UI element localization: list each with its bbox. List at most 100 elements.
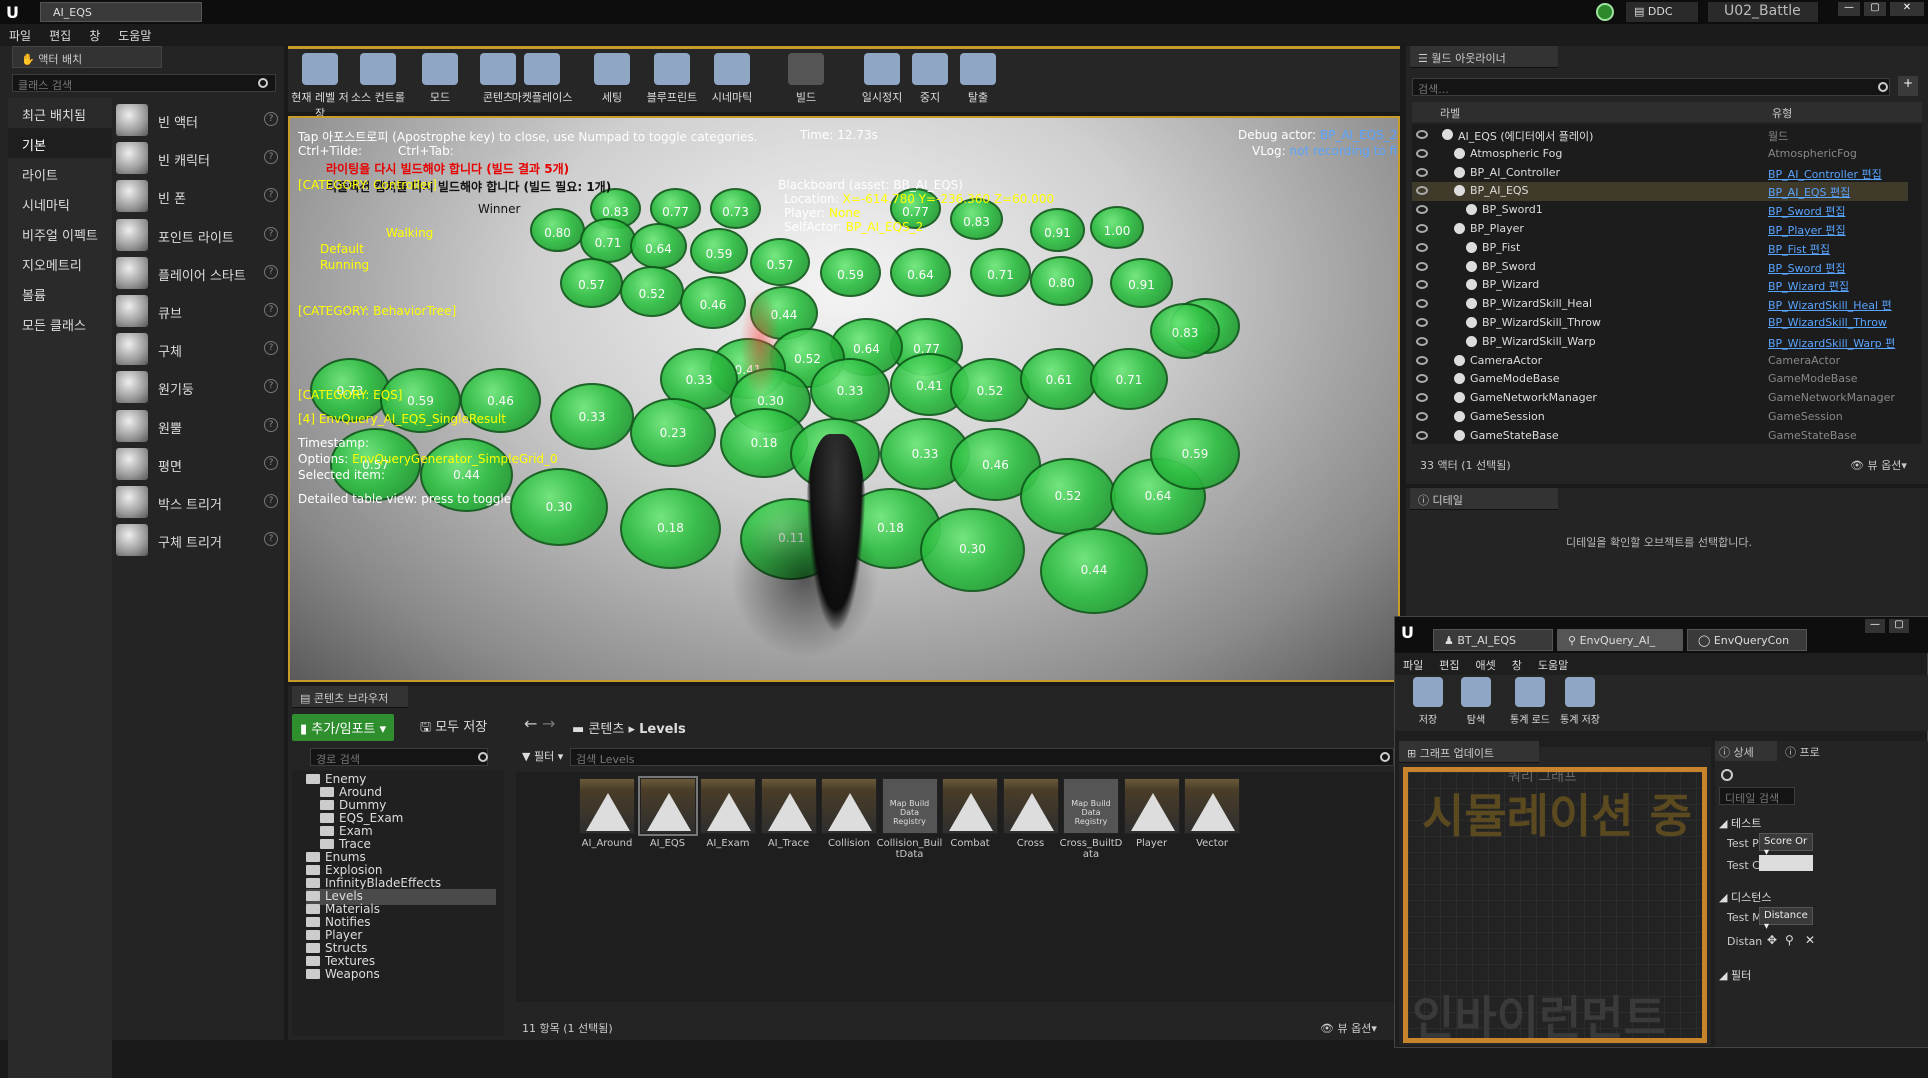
- asset-tile[interactable]: AI_EQS: [635, 776, 701, 849]
- folder-item[interactable]: Weapons: [306, 967, 496, 983]
- level-tab[interactable]: AI_EQS: [40, 2, 202, 22]
- help-icon[interactable]: ?: [264, 379, 278, 394]
- col-label[interactable]: 라벨: [1440, 105, 1460, 121]
- actor-item[interactable]: 빈 폰?: [112, 178, 284, 214]
- outliner-type[interactable]: BP_Player 편집: [1768, 222, 1904, 238]
- outliner-row[interactable]: BP_Sword1 BP_Sword 편집: [1412, 201, 1908, 220]
- outliner-type[interactable]: BP_AI_Controller 편집: [1768, 166, 1904, 182]
- visibility-eye-icon[interactable]: [1416, 355, 1428, 365]
- toolbar-button-build[interactable]: 빌드: [774, 53, 838, 111]
- eqs-detail-search[interactable]: 디테일 검색: [1719, 787, 1795, 805]
- details-tab[interactable]: ⓘ 디테일: [1410, 488, 1558, 510]
- asset-tile[interactable]: Vector: [1179, 778, 1245, 849]
- toolbar-button-marketplace[interactable]: 마켓플레이스: [510, 53, 574, 111]
- help-icon[interactable]: ?: [264, 112, 278, 126]
- section-test[interactable]: ◢ 테스트: [1719, 815, 1761, 831]
- back-arrow-icon[interactable]: ←: [524, 714, 537, 733]
- visibility-eye-icon[interactable]: [1416, 412, 1428, 421]
- section-distance[interactable]: ◢ 디스턴스: [1719, 889, 1771, 905]
- outliner-type[interactable]: BP_Sword 편집: [1768, 260, 1904, 276]
- visibility-eye-icon[interactable]: [1416, 318, 1428, 327]
- visibility-eye-icon[interactable]: [1416, 167, 1428, 177]
- tab-bt-ai-eqs[interactable]: ♟ BT_AI_EQS: [1433, 629, 1553, 651]
- outliner-view-options[interactable]: 👁 뷰 옵션▾: [1850, 457, 1907, 473]
- radio-icon[interactable]: [1721, 769, 1733, 781]
- eqs-toolbar-button[interactable]: 통계 저장: [1555, 677, 1605, 729]
- query-graph[interactable]: 쿼리 그래프 시뮬레이션 중 인바이런먼트: [1403, 767, 1707, 1043]
- ddc-button[interactable]: ▤ DDC: [1626, 2, 1698, 22]
- outliner-type[interactable]: BP_WizardSkill_Heal 편: [1768, 297, 1904, 313]
- visibility-eye-icon[interactable]: [1416, 148, 1428, 158]
- filter-button[interactable]: ▼ 필터 ▾: [522, 748, 563, 764]
- save-all-button[interactable]: 🖫 모두 저장: [420, 716, 487, 740]
- forward-arrow-icon[interactable]: →: [542, 714, 555, 733]
- outliner-type[interactable]: BP_WizardSkill_Throw: [1768, 316, 1904, 329]
- test-p-dropdown[interactable]: Score Or ▾: [1759, 833, 1813, 858]
- actor-item[interactable]: 원기둥?: [112, 369, 284, 405]
- actor-item[interactable]: 빈 액터?: [112, 102, 284, 138]
- outliner-row[interactable]: GameStateBase GameStateBase: [1412, 427, 1908, 446]
- eqs-toolbar-button[interactable]: 탐색: [1451, 677, 1501, 729]
- toolbar-button-settings[interactable]: 세팅: [580, 53, 644, 111]
- outliner-row[interactable]: BP_Wizard BP_Wizard 편집: [1412, 276, 1908, 295]
- toolbar-button-modes[interactable]: 모드: [408, 53, 472, 111]
- toolbar-button-source-control[interactable]: 소스 컨트롤: [346, 53, 410, 111]
- eqs-menu-item[interactable]: 파일: [1395, 655, 1431, 675]
- outliner-type[interactable]: BP_WizardSkill_Warp 편: [1768, 335, 1904, 351]
- toolbar-button-eject[interactable]: 탈출: [946, 53, 1010, 111]
- col-type[interactable]: 유형: [1772, 105, 1792, 121]
- help-icon[interactable]: ?: [264, 264, 278, 279]
- asset-tile[interactable]: Map Build Data Registry Cross_BuiltData: [1058, 778, 1124, 860]
- actor-item[interactable]: 구체?: [112, 331, 284, 367]
- tab-envquery-ai[interactable]: ⚲ EnvQuery_AI_: [1557, 629, 1683, 651]
- outliner-type[interactable]: BP_Sword 편집: [1768, 203, 1904, 219]
- visibility-eye-icon[interactable]: [1416, 393, 1428, 403]
- outliner-row[interactable]: GameSession GameSession: [1412, 408, 1908, 427]
- asset-tile[interactable]: Map Build Data Registry Collision_BuiltDa…: [877, 778, 943, 860]
- asset-tile[interactable]: AI_Around: [574, 778, 640, 849]
- outliner-tab[interactable]: ☰ 월드 아웃라이너: [1410, 46, 1558, 68]
- outliner-type[interactable]: BP_Fist 편집: [1768, 241, 1904, 257]
- asset-tile[interactable]: AI_Exam: [695, 778, 761, 849]
- breadcrumb-current[interactable]: Levels: [639, 722, 686, 737]
- menu-file[interactable]: 파일: [0, 24, 40, 47]
- outliner-row[interactable]: BP_Sword BP_Sword 편집: [1412, 258, 1908, 277]
- eqs-profiler-tab[interactable]: ⓘ 프로: [1781, 741, 1831, 761]
- visibility-eye-icon[interactable]: [1416, 186, 1428, 196]
- class-search-input[interactable]: 클래스 검색: [12, 74, 276, 92]
- help-icon[interactable]: ?: [264, 303, 278, 317]
- outliner-row[interactable]: AI_EQS (에디터에서 플레이) 월드: [1412, 126, 1908, 145]
- outliner-row[interactable]: BP_WizardSkill_Heal BP_WizardSkill_Heal 편: [1412, 295, 1908, 314]
- eqs-toolbar-button[interactable]: 통계 로드: [1505, 677, 1555, 729]
- help-icon[interactable]: ?: [264, 494, 278, 508]
- asset-tile[interactable]: Combat: [937, 778, 1003, 849]
- toolbar-button-blueprint[interactable]: 블루프린트: [640, 53, 704, 111]
- eqs-menu-item[interactable]: 창: [1504, 655, 1530, 675]
- actor-item[interactable]: 원뿔?: [112, 408, 284, 444]
- help-icon[interactable]: ?: [264, 341, 278, 356]
- eqs-toolbar-button[interactable]: 저장: [1403, 677, 1453, 729]
- tab-envquery-con[interactable]: ◯ EnvQueryCon: [1687, 629, 1807, 651]
- help-icon[interactable]: ?: [264, 532, 278, 547]
- actor-item[interactable]: 구체 트리거?: [112, 522, 284, 558]
- help-icon[interactable]: ?: [264, 150, 278, 165]
- outliner-row[interactable]: BP_Fist BP_Fist 편집: [1412, 239, 1908, 258]
- visibility-eye-icon[interactable]: [1416, 336, 1428, 346]
- menu-edit[interactable]: 편집: [40, 24, 80, 47]
- visibility-eye-icon[interactable]: [1416, 299, 1428, 309]
- visibility-eye-icon[interactable]: [1416, 374, 1428, 384]
- visibility-eye-icon[interactable]: [1416, 261, 1428, 271]
- eqs-details-tab[interactable]: ⓘ 상세: [1715, 741, 1777, 761]
- actor-item[interactable]: 큐브?: [112, 293, 284, 329]
- visibility-eye-icon[interactable]: [1416, 224, 1428, 233]
- pick-actor-icon[interactable]: ✥: [1767, 933, 1777, 947]
- outliner-row[interactable]: Atmospheric Fog AtmosphericFog: [1412, 145, 1908, 164]
- outliner-search-input[interactable]: 검색...: [1412, 78, 1890, 96]
- graph-update-tab[interactable]: ⊞ 그래프 업데이트: [1399, 741, 1539, 763]
- outliner-row[interactable]: GameModeBase GameModeBase: [1412, 370, 1908, 389]
- clear-icon[interactable]: ✕: [1805, 933, 1815, 947]
- asset-tile[interactable]: Player: [1119, 778, 1185, 849]
- eqs-maximize-button[interactable]: ▢: [1889, 619, 1909, 633]
- outliner-row[interactable]: BP_WizardSkill_Throw BP_WizardSkill_Throw: [1412, 314, 1908, 333]
- folder-search-input[interactable]: 경로 검색: [310, 748, 488, 766]
